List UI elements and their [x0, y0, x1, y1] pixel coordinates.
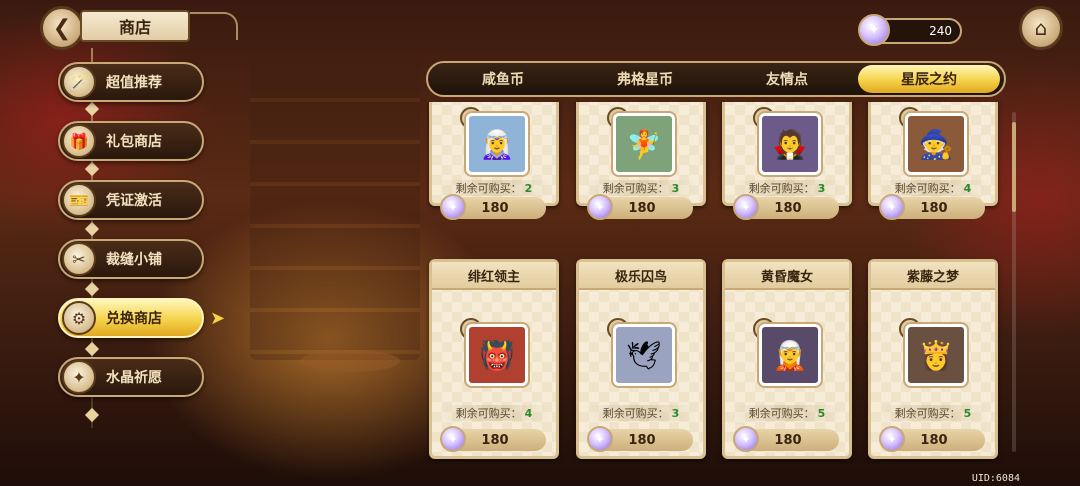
scissors-icon: ✂	[62, 242, 96, 276]
star-gem-icon: ✦	[858, 14, 890, 46]
star-gem-icon: ✦	[440, 194, 466, 220]
grid-scrollbar[interactable]	[1012, 112, 1016, 452]
character-name: 紫藤之梦	[871, 262, 995, 290]
sidebar-item-label: 礼包商店	[106, 134, 162, 150]
scrollbar-thumb[interactable]	[1012, 122, 1016, 212]
home-icon: ⌂	[1034, 16, 1048, 40]
star-gem-icon: ✦	[733, 194, 759, 220]
shop-card[interactable]: 极乐囚鸟 ✿ 🕊 剩余可购买：3 ✦180	[576, 259, 706, 459]
sidebar-item-crystal-wish[interactable]: ✦ 水晶祈愿	[58, 357, 204, 397]
sidebar-item-voucher[interactable]: 🎫 凭证激活	[58, 180, 204, 220]
price-button[interactable]: ✦ 180	[440, 426, 546, 452]
crystal-icon: ✦	[62, 360, 96, 394]
character-name: 极乐囚鸟	[579, 262, 703, 290]
star-gem-icon: ✦	[587, 426, 613, 452]
tab-friendship-points[interactable]: 友情点	[716, 65, 858, 93]
character-portrait: 🕊	[613, 324, 675, 386]
remaining-purchases: 剩余可购买： 4	[438, 405, 550, 421]
character-name: 黄昏魔女	[725, 262, 849, 290]
shop-card[interactable]: ✿ 🧝‍♀️ 剩余可购买：2 ✦180	[429, 102, 559, 220]
star-gem-icon: ✦	[879, 426, 905, 452]
price-button[interactable]: ✦ 180	[733, 426, 839, 452]
gear-icon: ⚙	[62, 301, 96, 335]
background-shelf	[250, 60, 420, 360]
home-button[interactable]: ⌂	[1019, 6, 1063, 50]
shop-card[interactable]: 紫藤之梦 ✿ 👸 剩余可购买：5 ✦180	[868, 259, 998, 459]
sidebar-item-gift-shop[interactable]: 🎁 礼包商店	[58, 121, 204, 161]
remaining-purchases: 剩余可购买： 3	[585, 405, 697, 421]
diamond-ornament	[84, 341, 100, 357]
character-portrait: 🧝‍♀️	[466, 113, 528, 175]
page-title: 商店	[80, 10, 190, 42]
title-ornament	[190, 12, 238, 40]
tab-xianyu-coin[interactable]: 咸鱼币	[432, 65, 574, 93]
price-button[interactable]: ✦ 180	[587, 426, 693, 452]
star-gem-icon: ✦	[440, 426, 466, 452]
character-portrait: 🧛	[759, 113, 821, 175]
shop-card[interactable]: ✿ 🧙 剩余可购买：4 ✦180	[868, 102, 998, 220]
star-gem-icon: ✦	[733, 426, 759, 452]
price-button[interactable]: ✦ 180	[879, 194, 985, 220]
character-portrait: 👹	[466, 324, 528, 386]
tab-star-promise[interactable]: 星辰之约	[858, 65, 1000, 93]
price-button[interactable]: ✦ 180	[587, 194, 693, 220]
price-button[interactable]: ✦ 180	[733, 194, 839, 220]
shop-card[interactable]: ✿ 🧛 剩余可购买：3 ✦180	[722, 102, 852, 220]
currency-amount: 240	[929, 24, 952, 38]
diamond-ornament	[84, 407, 100, 423]
back-button[interactable]: ❮	[40, 6, 84, 50]
user-id: UID:6084	[971, 473, 1020, 484]
ticket-icon: 🎫	[62, 183, 96, 217]
tab-fuge-star-coin[interactable]: 弗格星币	[574, 65, 716, 93]
diamond-ornament	[84, 221, 100, 237]
shop-grid[interactable]: ✿ 🧝‍♀️ 剩余可购买：2 ✦180 ✿ 🧚 剩余可购买：3 ✦180 ✿ 🧛…	[426, 102, 1008, 464]
currency-tabs: 咸鱼币 弗格星币 友情点 星辰之约	[426, 61, 1006, 97]
gift-icon: 🎁	[62, 124, 96, 158]
background-table	[300, 350, 400, 372]
shop-card[interactable]: 绯红领主 ✿ 👹 剩余可购买：4 ✦180	[429, 259, 559, 459]
character-portrait: 🧙	[905, 113, 967, 175]
wand-icon: 🪄	[62, 65, 96, 99]
character-portrait: 👸	[905, 324, 967, 386]
remaining-purchases: 剩余可购买： 5	[877, 405, 989, 421]
character-portrait: 🧝	[759, 324, 821, 386]
sidebar-item-label: 兑换商店	[106, 311, 162, 327]
back-arrow-icon: ❮	[52, 15, 72, 41]
sidebar-item-exchange[interactable]: ⚙ 兑换商店	[58, 298, 204, 338]
remaining-purchases: 剩余可购买： 5	[731, 405, 843, 421]
shop-card[interactable]: 黄昏魔女 ✿ 🧝 剩余可购买：5 ✦180	[722, 259, 852, 459]
sidebar-item-recommend[interactable]: 🪄 超值推荐	[58, 62, 204, 102]
diamond-ornament	[84, 281, 100, 297]
sidebar-item-label: 凭证激活	[106, 193, 162, 209]
character-portrait: 🧚	[613, 113, 675, 175]
sidebar-item-label: 水晶祈愿	[106, 370, 162, 386]
sidebar-item-label: 超值推荐	[106, 75, 162, 91]
shop-card[interactable]: ✿ 🧚 剩余可购买：3 ✦180	[576, 102, 706, 220]
star-gem-icon: ✦	[879, 194, 905, 220]
sidebar-item-tailor[interactable]: ✂ 裁缝小铺	[58, 239, 204, 279]
star-gem-icon: ✦	[587, 194, 613, 220]
character-name: 绯红领主	[432, 262, 556, 290]
sidebar-item-label: 裁缝小铺	[106, 252, 162, 268]
price-button[interactable]: ✦ 180	[440, 194, 546, 220]
price-button[interactable]: ✦ 180	[879, 426, 985, 452]
diamond-ornament	[84, 101, 100, 117]
active-pointer-icon: ➤	[210, 308, 226, 329]
diamond-ornament	[84, 161, 100, 177]
